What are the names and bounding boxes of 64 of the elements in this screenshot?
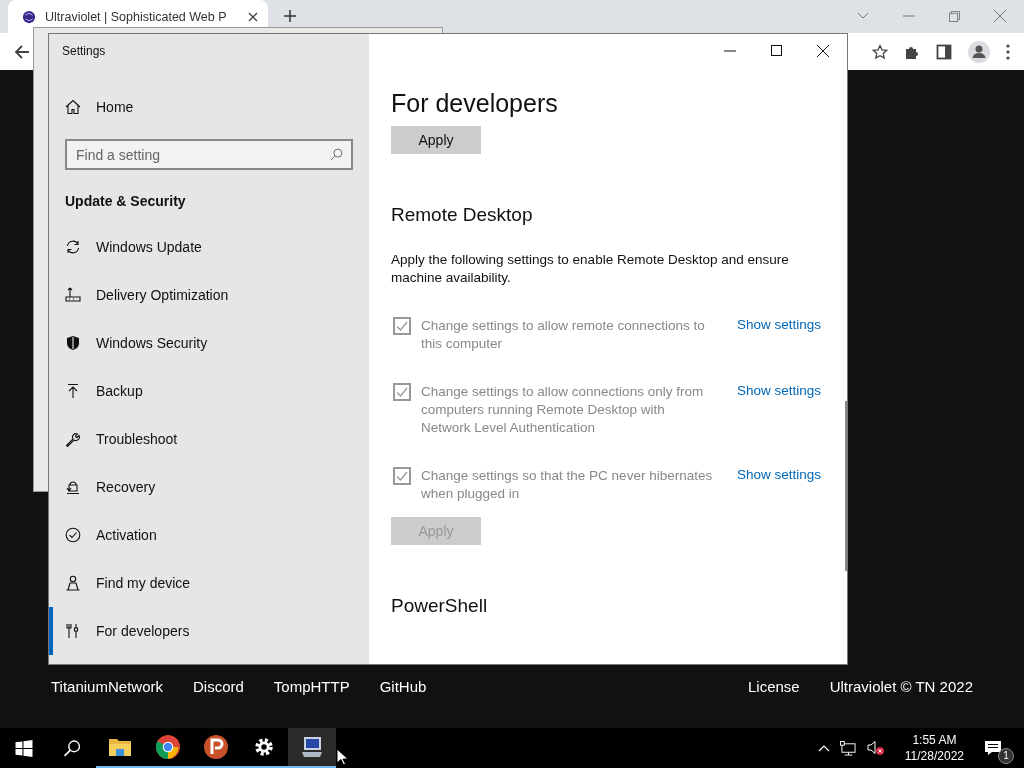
footer-link[interactable]: TompHTTP [273,678,350,695]
clock-date[interactable]: 11/28/2022 [904,748,964,764]
nav-item[interactable]: Recovery [49,463,369,511]
apply-button[interactable]: Apply [391,126,481,154]
new-tab-icon[interactable] [284,10,296,22]
section-heading: PowerShell [391,595,489,617]
p-logo-icon [204,735,228,759]
window-title: Settings [61,43,107,60]
check-circle-icon [65,527,81,543]
muted-speaker-icon[interactable] [866,740,885,756]
minimize-icon[interactable] [724,49,736,52]
nav-item[interactable]: Delivery Optimization [49,271,369,319]
page-title: For developers [391,89,559,118]
nav-item[interactable]: Find my device [49,559,369,607]
close-icon[interactable] [817,44,829,57]
footer-link[interactable]: GitHub [379,678,427,695]
search-field[interactable]: Find a setting [65,139,353,170]
network-icon[interactable] [839,740,857,756]
footer-link[interactable]: License [747,678,800,695]
description: Apply the following settings to enable Remote Desktop and ensure machine availability. [391,251,790,287]
nav-item[interactable]: Troubleshoot [49,415,369,463]
footer-link[interactable]: Ultraviolet © TN 2022 [829,678,973,695]
star-icon[interactable] [872,43,888,60]
section-heading: Remote Desktop [391,204,534,226]
nav-item[interactable]: Activation [49,511,369,559]
footer-link[interactable]: Discord [193,678,244,695]
settings-icon [253,736,275,758]
notifications-button[interactable]: 1 [984,732,1014,764]
message-icon [984,740,1002,756]
home-link[interactable]: Home [49,79,369,135]
menu-icon[interactable] [1006,43,1010,60]
chevron-down-icon[interactable] [857,12,869,20]
tools-icon [65,623,81,639]
nav-item[interactable]: Windows Update [49,223,369,271]
footer-link[interactable]: TitaniumNetwork [51,678,163,695]
recovery-icon [65,479,81,495]
nav-item[interactable]: Windows Security [49,319,369,367]
checkbox-label: Change settings to allow connections only from computers running Remote Desktop with Network Level Authentication [421,383,705,437]
nav-item[interactable]: Backup [49,367,369,415]
maximize-icon[interactable] [771,45,782,56]
shield-icon [65,335,81,351]
chrome-icon [156,735,180,759]
clock-time[interactable]: 1:55 AM [912,732,957,748]
notification-count: 1 [998,748,1014,764]
upload-arrow-icon [65,383,81,399]
checkbox-label: Change settings to allow remote connections to this computer [421,317,706,353]
sync-icon [65,239,81,255]
search-icon [330,148,343,161]
person-icon [65,575,81,591]
section-heading: Update & Security [64,192,187,211]
restore-icon[interactable] [949,10,960,22]
back-arrow-icon[interactable] [14,43,30,60]
checkbox-label: Change settings so that the PC never hibernates when plugged in [421,467,713,503]
close-icon[interactable] [248,11,258,22]
profile-icon[interactable] [968,40,990,63]
network-icon [65,287,81,303]
side-panel-icon[interactable] [936,43,952,60]
chevron-up-icon[interactable] [817,744,830,752]
taskbar-app[interactable] [288,728,336,768]
globe-icon [22,9,36,24]
house-icon [65,99,81,115]
wrench-icon [65,431,81,447]
scrollbar[interactable] [845,401,847,571]
computer-icon [300,735,324,759]
